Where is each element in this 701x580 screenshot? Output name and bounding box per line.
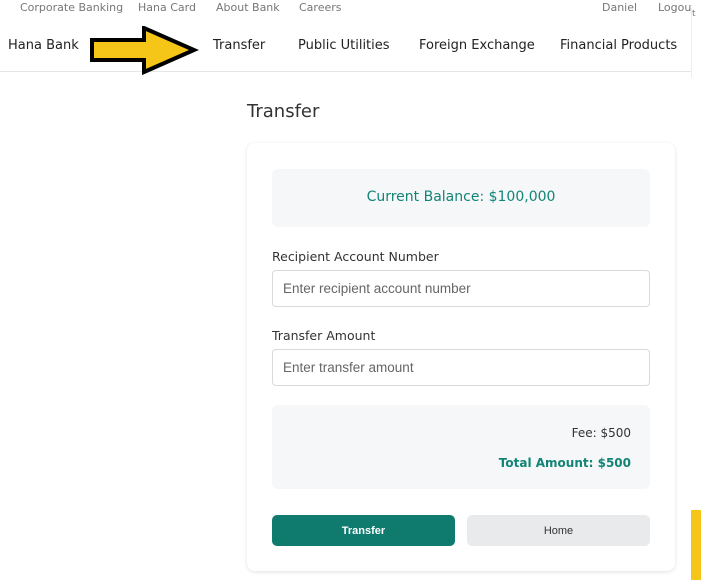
user-name: Daniel	[602, 1, 638, 14]
pointer-arrow-icon	[90, 26, 199, 76]
nav-public-utilities[interactable]: Public Utilities	[298, 38, 390, 53]
brand-logo[interactable]: Hana Bank	[8, 38, 79, 53]
side-panel-text: t	[692, 9, 696, 19]
hana-card-link[interactable]: Hana Card	[138, 1, 196, 14]
fee-text: Fee: $500	[571, 426, 631, 440]
current-balance: Current Balance: $100,000	[366, 189, 556, 205]
transfer-amount-input[interactable]	[272, 349, 650, 386]
corporate-banking-link[interactable]: Corporate Banking	[20, 1, 123, 14]
recipient-label: Recipient Account Number	[272, 249, 439, 264]
nav-transfer[interactable]: Transfer	[213, 38, 265, 53]
transfer-button[interactable]: Transfer	[272, 515, 455, 546]
top-utility-bar: Corporate Banking Hana Card About Bank C…	[0, 0, 701, 18]
yellow-highlight-bar	[691, 510, 701, 580]
fee-summary: Fee: $500 Total Amount: $500	[272, 405, 650, 489]
about-bank-link[interactable]: About Bank	[216, 1, 280, 14]
total-amount: Total Amount: $500	[498, 456, 631, 470]
balance-panel: Current Balance: $100,000	[272, 169, 650, 227]
nav-foreign-exchange[interactable]: Foreign Exchange	[419, 38, 535, 53]
clipped-side-panel: t	[691, 8, 701, 78]
transfer-card: Current Balance: $100,000 Recipient Acco…	[247, 143, 675, 571]
careers-link[interactable]: Careers	[299, 1, 342, 14]
recipient-account-input[interactable]	[272, 270, 650, 307]
page-title: Transfer	[247, 101, 320, 122]
nav-financial-products[interactable]: Financial Products	[560, 38, 677, 53]
logout-link[interactable]: Logout	[658, 1, 692, 14]
home-button[interactable]: Home	[467, 515, 650, 546]
amount-label: Transfer Amount	[272, 328, 376, 343]
